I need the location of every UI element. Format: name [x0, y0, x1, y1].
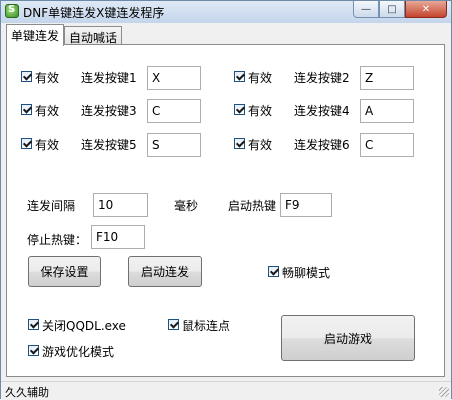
minimize-button[interactable]: —	[353, 1, 379, 18]
key1-enabled-checkbox[interactable]	[21, 71, 32, 82]
key4-input[interactable]: A	[360, 99, 414, 123]
stop-hotkey-input[interactable]: F10	[91, 225, 145, 249]
key3-label: 连发按键3	[81, 104, 137, 118]
smooth-chat-label: 畅聊模式	[282, 266, 331, 280]
game-optimize-label: 游戏优化模式	[42, 345, 115, 359]
key6-input[interactable]: C	[360, 133, 414, 157]
interval-label: 连发间隔	[27, 199, 76, 213]
mouse-click-checkbox[interactable]	[168, 319, 179, 330]
key6-enabled-checkbox[interactable]	[234, 138, 245, 149]
start-game-button[interactable]: 启动游戏	[281, 315, 415, 361]
interval-unit-label: 毫秒	[174, 199, 199, 213]
key4-label: 连发按键4	[294, 104, 350, 118]
status-bar: 久久辅助	[1, 381, 451, 399]
tab-auto-shout[interactable]: 自动喊话	[64, 26, 123, 45]
smooth-chat-checkbox[interactable]	[268, 266, 279, 277]
key2-input[interactable]: Z	[360, 66, 414, 90]
key1-label: 连发按键1	[81, 71, 137, 85]
window-controls: — □ ✕	[353, 1, 447, 19]
stop-hotkey-label: 停止热键：	[27, 233, 88, 247]
save-settings-button[interactable]: 保存设置	[28, 256, 101, 287]
app-icon: S	[5, 4, 19, 18]
tab-single-key-repeat[interactable]: 单键连发	[6, 24, 65, 46]
key5-enabled-label: 有效	[35, 138, 60, 152]
game-optimize-checkbox[interactable]	[28, 345, 39, 356]
key6-label: 连发按键6	[294, 138, 350, 152]
key2-enabled-checkbox[interactable]	[234, 71, 245, 82]
resize-grip-icon[interactable]	[439, 387, 449, 397]
maximize-button[interactable]: □	[379, 1, 405, 18]
key5-enabled-checkbox[interactable]	[21, 138, 32, 149]
status-text: 久久辅助	[5, 386, 49, 399]
title-bar[interactable]: S DNF单键连发X键连发程序 — □ ✕	[1, 1, 451, 23]
mouse-click-label: 鼠标连点	[182, 319, 231, 333]
key1-input[interactable]: X	[147, 66, 201, 90]
start-repeat-button[interactable]: 启动连发	[128, 256, 202, 287]
key3-input[interactable]: C	[147, 99, 201, 123]
start-hotkey-input[interactable]: F9	[280, 193, 332, 217]
close-qqdl-label: 关闭QQDL.exe	[42, 319, 126, 333]
key4-enabled-checkbox[interactable]	[234, 104, 245, 115]
key6-enabled-label: 有效	[248, 138, 273, 152]
key5-input[interactable]: S	[147, 133, 201, 157]
key3-enabled-checkbox[interactable]	[21, 104, 32, 115]
interval-input[interactable]: 10	[93, 193, 148, 217]
key2-label: 连发按键2	[294, 71, 350, 85]
window-title: DNF单键连发X键连发程序	[23, 6, 165, 20]
close-button[interactable]: ✕	[405, 1, 447, 18]
app-window: S DNF单键连发X键连发程序 — □ ✕ 单键连发 自动喊话 有效 连发按键1…	[0, 0, 452, 399]
key1-enabled-label: 有效	[35, 71, 60, 85]
single-key-panel: 有效 连发按键1 X 有效 连发按键2 Z 有效 连发按键3 C 有效 连发按键…	[6, 44, 445, 377]
key4-enabled-label: 有效	[248, 104, 273, 118]
start-hotkey-label: 启动热键	[228, 199, 277, 213]
close-qqdl-checkbox[interactable]	[28, 319, 39, 330]
key3-enabled-label: 有效	[35, 104, 60, 118]
key5-label: 连发按键5	[81, 138, 137, 152]
key2-enabled-label: 有效	[248, 71, 273, 85]
